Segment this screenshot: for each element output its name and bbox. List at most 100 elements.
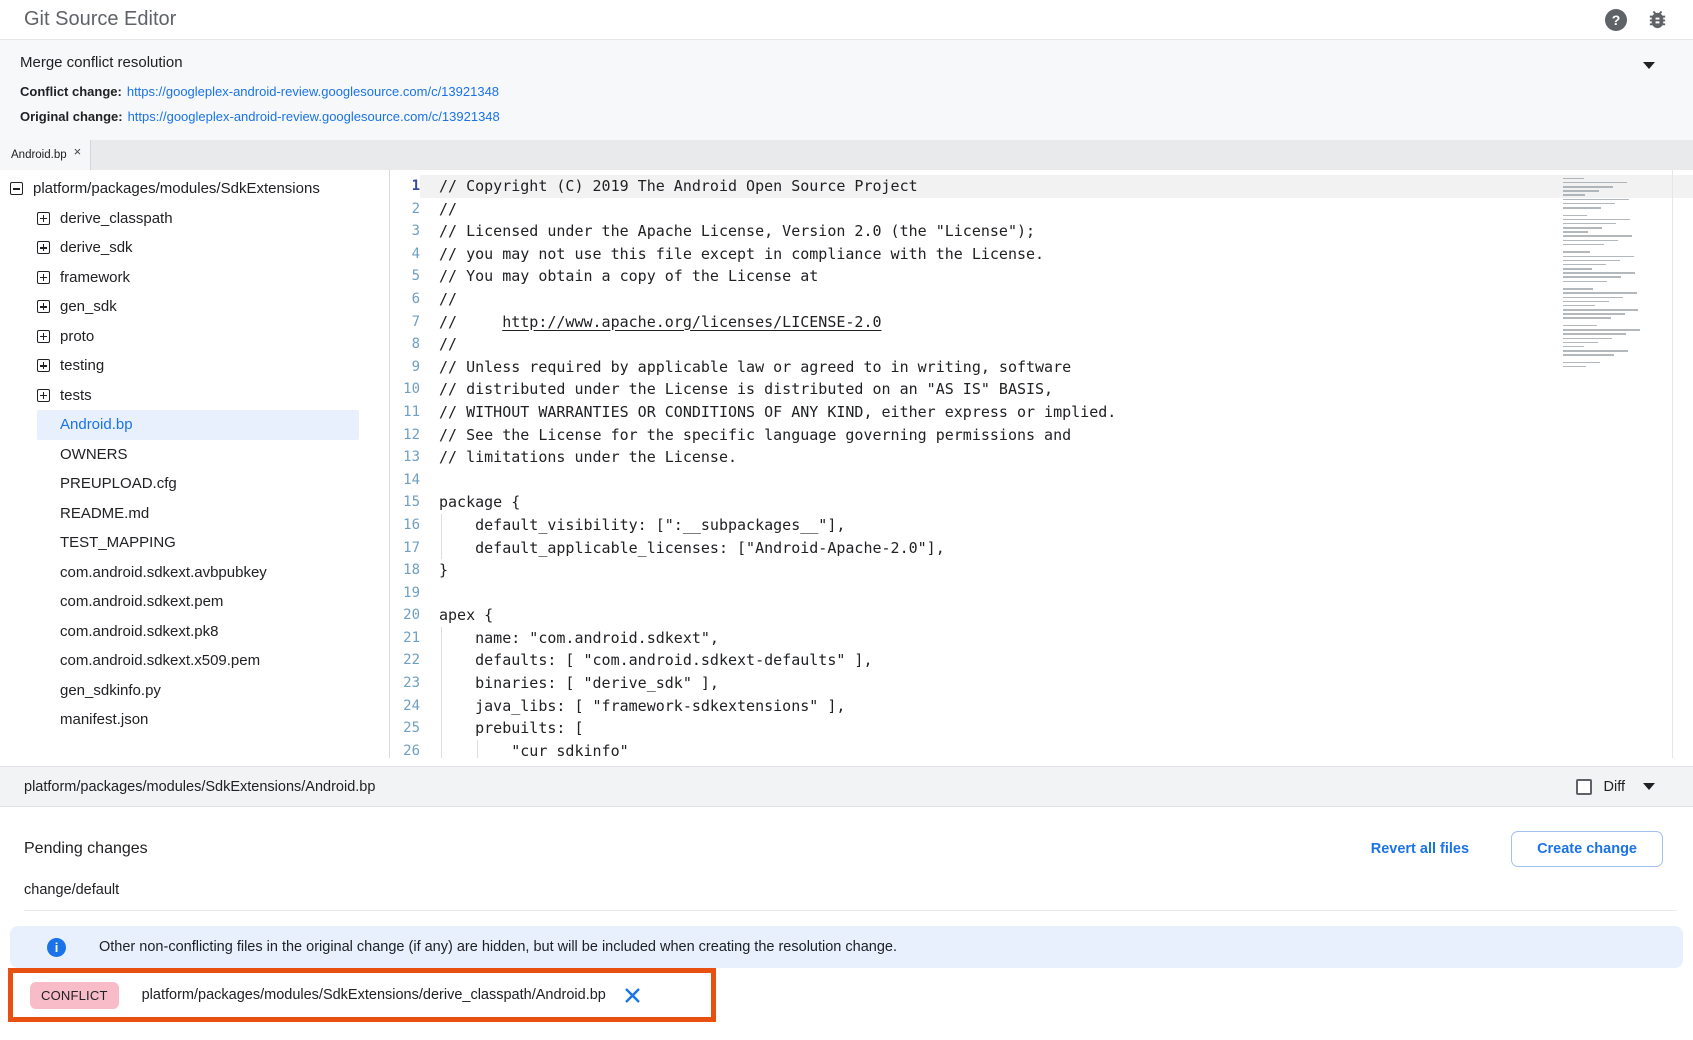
conflict-close-icon[interactable]	[624, 987, 641, 1004]
info-banner: i Other non-conflicting files in the ori…	[10, 926, 1683, 968]
line-number: 3	[390, 220, 420, 243]
tree-file-TEST_MAPPING[interactable]: TEST_MAPPING	[37, 528, 359, 558]
minimap-line	[1563, 182, 1627, 184]
minimap-line	[1563, 231, 1588, 233]
minimap-line	[1563, 227, 1602, 229]
editor-scrollbar-track[interactable]	[1672, 170, 1673, 758]
expand-icon[interactable]	[37, 389, 50, 402]
diff-caret-icon[interactable]	[1643, 783, 1655, 790]
code-line[interactable]: 3// Licensed under the Apache License, V…	[390, 220, 1693, 243]
tree-item-label: PREUPLOAD.cfg	[60, 475, 177, 492]
tree-item-label: derive_sdk	[60, 239, 133, 256]
expand-icon[interactable]	[37, 241, 50, 254]
indent-guide	[441, 537, 442, 560]
code-line[interactable]: 11// WITHOUT WARRANTIES OR CONDITIONS OF…	[390, 401, 1693, 424]
tree-file-OWNERS[interactable]: OWNERS	[37, 440, 359, 470]
expand-icon[interactable]	[37, 359, 50, 372]
code-line[interactable]: 23 binaries: [ "derive_sdk" ],	[390, 672, 1693, 695]
info-glyph: i	[55, 940, 59, 955]
code-line[interactable]: 9// Unless required by applicable law or…	[390, 356, 1693, 379]
bug-icon[interactable]	[1646, 8, 1669, 31]
expand-icon[interactable]	[37, 330, 50, 343]
code-line[interactable]: 18}	[390, 559, 1693, 582]
code-text: //	[420, 288, 1693, 311]
tree-item-label: com.android.sdkext.pk8	[60, 623, 218, 640]
tree-folder-framework[interactable]: framework	[0, 263, 389, 293]
conflict-change-link[interactable]: https://googleplex-android-review.google…	[127, 84, 499, 99]
tree-file-PREUPLOAD.cfg[interactable]: PREUPLOAD.cfg	[37, 469, 359, 499]
tab-android-bp[interactable]: Android.bp ×	[0, 140, 91, 170]
tree-folder-gen_sdk[interactable]: gen_sdk	[0, 292, 389, 322]
tree-file-com.android.sdkext.pk8[interactable]: com.android.sdkext.pk8	[37, 617, 359, 647]
code-text: // WITHOUT WARRANTIES OR CONDITIONS OF A…	[420, 401, 1693, 424]
tree-file-manifest.json[interactable]: manifest.json	[37, 705, 359, 735]
pending-changes-header: Pending changes Revert all files Create …	[24, 829, 1663, 869]
collapse-icon[interactable]	[10, 182, 23, 195]
line-number: 12	[390, 424, 420, 447]
code-line[interactable]: 4// you may not use this file except in …	[390, 243, 1693, 266]
code-line[interactable]: 15package {	[390, 491, 1693, 514]
code-line[interactable]: 24 java_libs: [ "framework-sdkextensions…	[390, 695, 1693, 718]
revert-all-files-button[interactable]: Revert all files	[1371, 841, 1469, 857]
minimap-line	[1563, 346, 1584, 348]
code-line[interactable]: 1// Copyright (C) 2019 The Android Open …	[390, 175, 1693, 198]
tree-folder-proto[interactable]: proto	[0, 322, 389, 352]
code-text: // See the License for the specific lang…	[420, 424, 1693, 447]
code-line[interactable]: 8//	[390, 333, 1693, 356]
minimap-line	[1563, 244, 1604, 246]
code-text: // limitations under the License.	[420, 446, 1693, 469]
code-line[interactable]: 22 defaults: [ "com.android.sdkext-defau…	[390, 649, 1693, 672]
minimap-line	[1563, 313, 1625, 315]
code-line[interactable]: 5// You may obtain a copy of the License…	[390, 265, 1693, 288]
code-text: default_visibility: [":__subpackages__"]…	[420, 514, 1693, 537]
line-number: 7	[390, 311, 420, 334]
code-editor[interactable]: 1// Copyright (C) 2019 The Android Open …	[390, 170, 1693, 758]
tree-folder-derive_sdk[interactable]: derive_sdk	[0, 233, 389, 263]
tree-file-com.android.sdkext.x509.pem[interactable]: com.android.sdkext.x509.pem	[37, 646, 359, 676]
minimap-line	[1563, 215, 1587, 217]
help-icon[interactable]: ?	[1605, 9, 1627, 31]
code-line[interactable]: 20apex {	[390, 604, 1693, 627]
create-change-button[interactable]: Create change	[1511, 831, 1663, 867]
tree-file-gen_sdkinfo.py[interactable]: gen_sdkinfo.py	[37, 676, 359, 706]
expand-icon[interactable]	[37, 271, 50, 284]
tree-item-root[interactable]: platform/packages/modules/SdkExtensions	[0, 174, 389, 204]
indent-guide	[441, 627, 442, 650]
code-line[interactable]: 2//	[390, 198, 1693, 221]
info-banner-text: Other non-conflicting files in the origi…	[99, 939, 897, 955]
tree-file-com.android.sdkext.avbpubkey[interactable]: com.android.sdkext.avbpubkey	[37, 558, 359, 588]
minimap-line	[1563, 268, 1592, 270]
diff-checkbox[interactable]	[1576, 779, 1592, 795]
code-text: apex {	[420, 604, 1693, 627]
code-line[interactable]: 17 default_applicable_licenses: ["Androi…	[390, 537, 1693, 560]
indent-guide	[441, 717, 442, 740]
code-line[interactable]: 16 default_visibility: [":__subpackages_…	[390, 514, 1693, 537]
expand-icon[interactable]	[37, 300, 50, 313]
code-line[interactable]: 6//	[390, 288, 1693, 311]
original-change-link[interactable]: https://googleplex-android-review.google…	[128, 109, 500, 124]
code-line[interactable]: 12// See the License for the specific la…	[390, 424, 1693, 447]
tree-file-com.android.sdkext.pem[interactable]: com.android.sdkext.pem	[37, 587, 359, 617]
tree-folder-testing[interactable]: testing	[0, 351, 389, 381]
tree-file-README.md[interactable]: README.md	[37, 499, 359, 529]
tree-file-Android.bp[interactable]: Android.bp	[37, 410, 359, 440]
code-line[interactable]: 25 prebuilts: [	[390, 717, 1693, 740]
collapse-panel-caret-icon[interactable]	[1643, 62, 1655, 69]
code-line[interactable]: 26 "cur_sdkinfo"	[390, 740, 1693, 758]
code-line[interactable]: 10// distributed under the License is di…	[390, 378, 1693, 401]
code-line[interactable]: 21 name: "com.android.sdkext",	[390, 627, 1693, 650]
expand-icon[interactable]	[37, 212, 50, 225]
tree-folder-tests[interactable]: tests	[0, 381, 389, 411]
line-number: 26	[390, 740, 420, 758]
code-line[interactable]: 14	[390, 469, 1693, 492]
code-line[interactable]: 19	[390, 582, 1693, 605]
tree-folder-derive_classpath[interactable]: derive_classpath	[0, 204, 389, 234]
minimap-line	[1563, 281, 1607, 283]
tree-item-label: Android.bp	[60, 416, 133, 433]
git-source-editor-app: Git Source Editor ? Merge conflict resol…	[0, 0, 1693, 1040]
indent-guide	[441, 649, 442, 672]
code-line[interactable]: 13// limitations under the License.	[390, 446, 1693, 469]
tab-close-icon[interactable]: ×	[74, 145, 82, 158]
minimap[interactable]	[1563, 175, 1645, 370]
code-line[interactable]: 7// http://www.apache.org/licenses/LICEN…	[390, 311, 1693, 334]
